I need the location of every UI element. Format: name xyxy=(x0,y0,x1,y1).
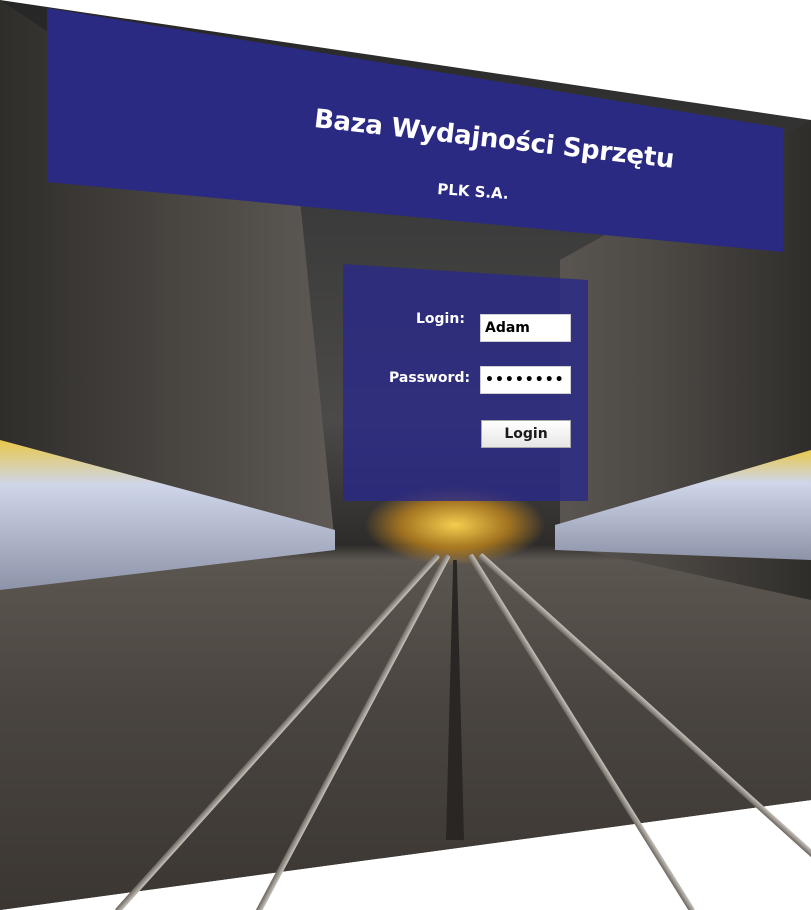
login-button[interactable]: Login xyxy=(481,420,571,448)
login-label: Login: xyxy=(416,311,465,327)
password-label: Password: xyxy=(389,370,471,386)
login-input[interactable] xyxy=(480,314,571,342)
password-input[interactable] xyxy=(480,366,571,394)
